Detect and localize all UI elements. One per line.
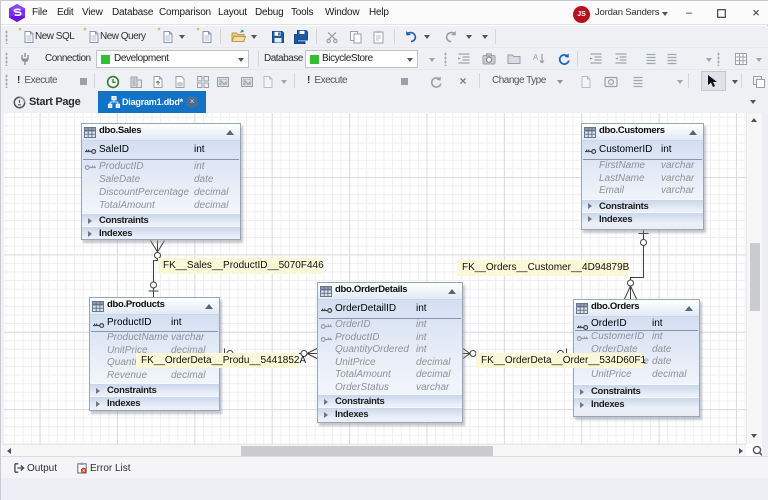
svg-text:A: A [533,53,539,62]
